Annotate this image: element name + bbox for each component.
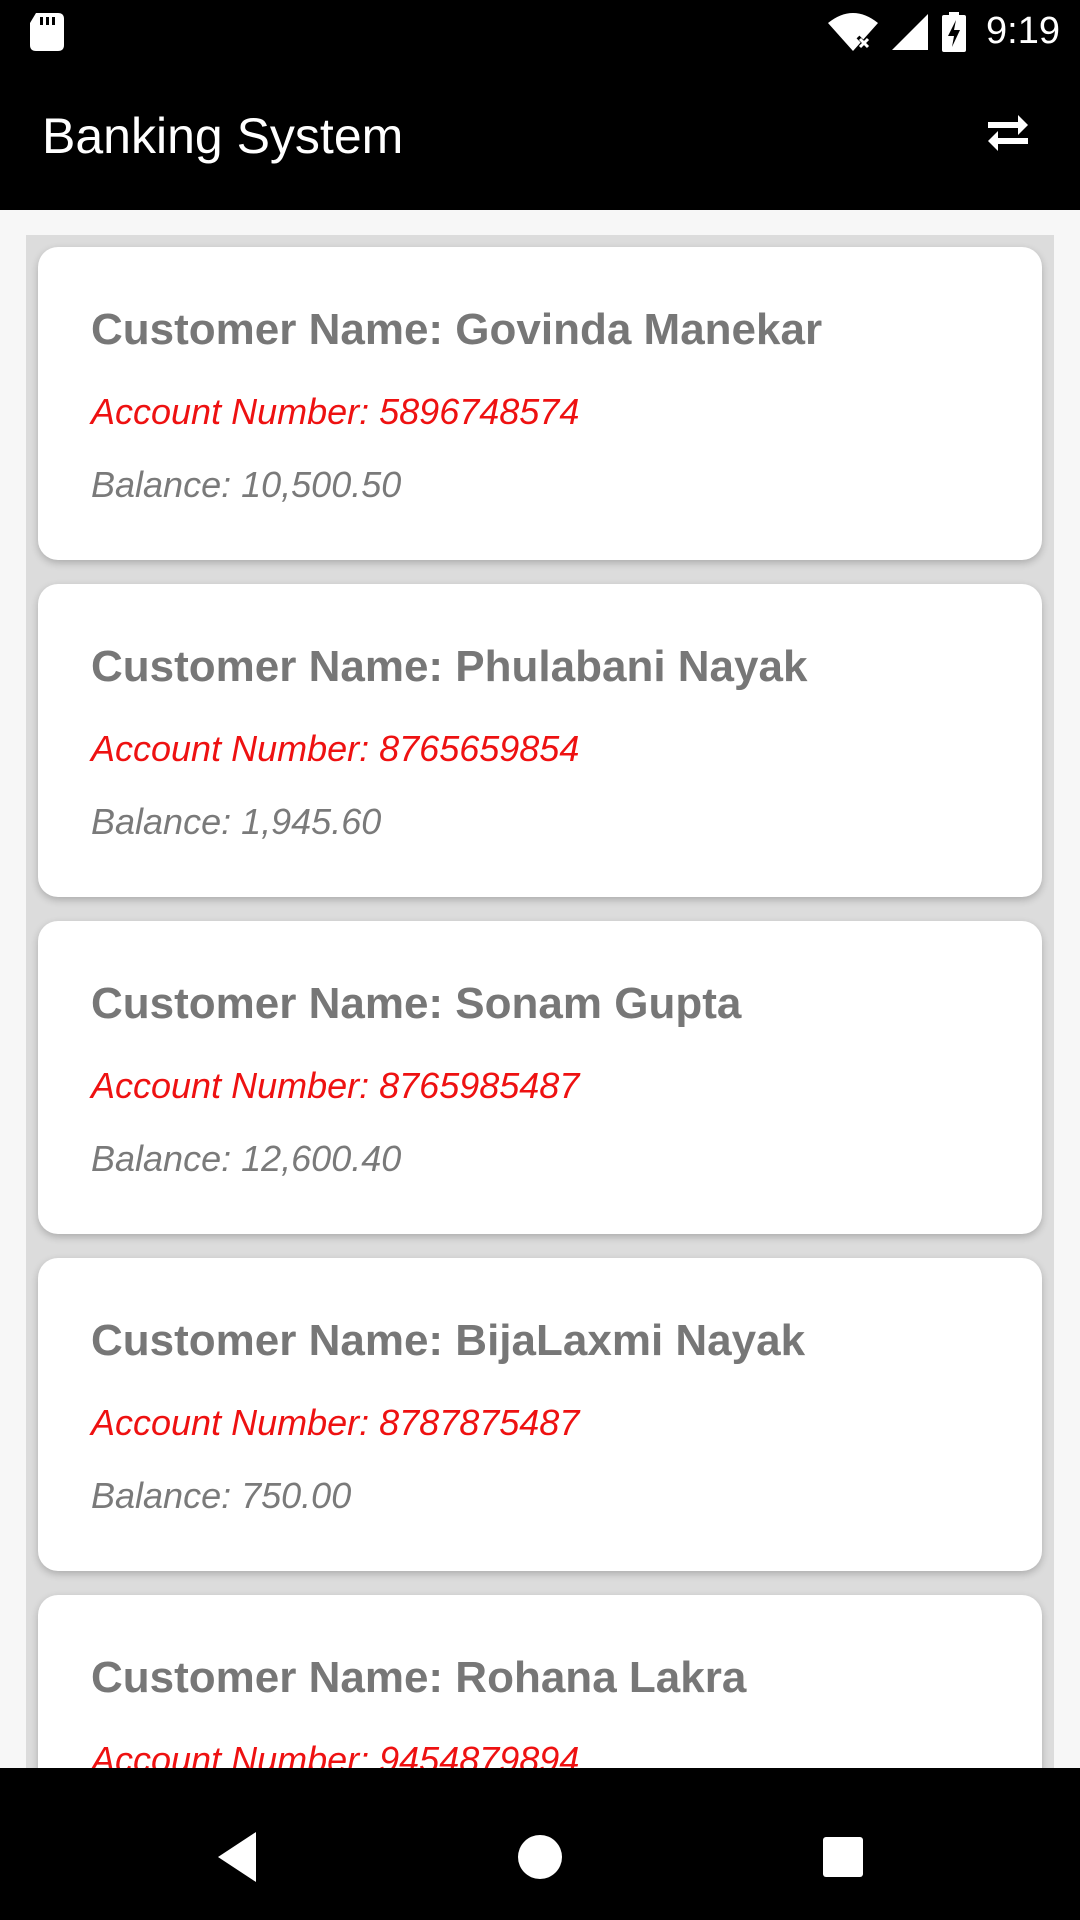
balance: Balance: 750.00 <box>91 1475 352 1516</box>
back-icon[interactable] <box>204 1824 270 1890</box>
wifi-off-icon <box>828 12 879 51</box>
customer-card[interactable]: Customer Name: Rohana Lakra Account Numb… <box>38 1595 1042 1768</box>
customer-name: Customer Name: BijaLaxmi Nayak <box>91 1316 806 1365</box>
status-time: 9:19 <box>986 10 1060 52</box>
customer-card[interactable]: Customer Name: BijaLaxmi Nayak Account N… <box>38 1258 1042 1571</box>
account-number: Account Number: 8765659854 <box>91 728 580 769</box>
balance: Balance: 12,600.40 <box>91 1138 402 1179</box>
signal-icon <box>892 13 929 50</box>
swap-horiz-icon[interactable] <box>976 103 1040 167</box>
account-number: Account Number: 8787875487 <box>91 1402 580 1443</box>
customer-name: Customer Name: Phulabani Nayak <box>91 642 808 691</box>
customer-name: Customer Name: Sonam Gupta <box>91 979 742 1028</box>
customer-card[interactable]: Customer Name: Govinda Manekar Account N… <box>38 247 1042 560</box>
balance: Balance: 10,500.50 <box>91 464 402 505</box>
customer-card[interactable]: Customer Name: Sonam Gupta Account Numbe… <box>38 921 1042 1234</box>
customer-name: Customer Name: Rohana Lakra <box>91 1653 747 1702</box>
recents-icon[interactable] <box>810 1824 876 1890</box>
battery-charging-icon <box>942 11 967 52</box>
account-number: Account Number: 9454879894 <box>91 1739 580 1768</box>
account-number: Account Number: 8765985487 <box>91 1065 580 1106</box>
balance: Balance: 1,945.60 <box>91 801 382 842</box>
navigation-bar <box>0 1794 1080 1920</box>
app-title: Banking System <box>42 108 404 164</box>
account-number: Account Number: 5896748574 <box>91 391 580 432</box>
sd-card-icon <box>30 13 64 51</box>
status-bar: 9:19 <box>0 0 1080 63</box>
customer-name: Customer Name: Govinda Manekar <box>91 305 823 354</box>
customer-list[interactable]: Customer Name: Govinda Manekar Account N… <box>26 235 1054 1768</box>
home-icon[interactable] <box>507 1824 573 1890</box>
app-bar: Banking System <box>0 63 1080 210</box>
customer-list-screen: Customer Name: Govinda Manekar Account N… <box>0 210 1080 1768</box>
customer-card[interactable]: Customer Name: Phulabani Nayak Account N… <box>38 584 1042 897</box>
